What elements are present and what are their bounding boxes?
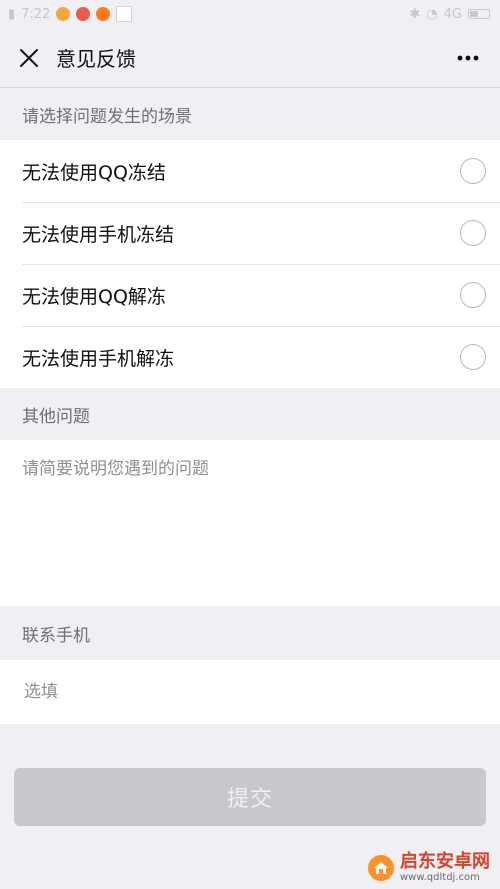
watermark-title: 启东安卓网 [400,851,490,872]
status-right: ✱ ◔ 4G [409,7,490,22]
option-label: 无法使用QQ解冻 [22,285,166,308]
signal-icon: ▮ [8,6,16,22]
status-left: ▮ 7:22 [8,6,133,22]
watermark-logo-icon [368,855,394,881]
watermark: 启东安卓网 www.qdltdj.com [368,853,490,883]
flash-icon [116,6,133,22]
house-icon [374,862,388,874]
radio-button[interactable] [460,158,486,184]
scenario-option-phone-unfreeze[interactable]: 无法使用手机解冻 [0,326,500,388]
scenario-option-list: 无法使用QQ冻结 无法使用手机冻结 无法使用QQ解冻 无法使用手机解冻 [0,140,500,388]
nav-left: 意见反馈 [16,43,136,72]
scenario-option-qq-freeze[interactable]: 无法使用QQ冻结 [0,140,500,202]
problem-description-container [0,440,500,606]
watermark-url: www.qdltdj.com [400,872,480,883]
status-bar: ▮ 7:22 ✱ ◔ 4G [0,0,500,28]
radio-button[interactable] [460,220,486,246]
option-label: 无法使用QQ冻结 [22,161,166,184]
battery-icon [468,9,490,19]
submit-button[interactable]: 提交 [14,768,486,826]
navigation-bar: 意见反馈 [0,28,500,88]
page-title: 意见反馈 [56,47,136,71]
option-label: 无法使用手机冻结 [22,223,175,246]
status-time: 7:22 [21,6,51,22]
app-orange-icon [96,7,111,21]
watermark-text: 启东安卓网 www.qdltdj.com [400,853,490,883]
more-icon [457,55,479,60]
submit-area: 提交 [0,724,500,826]
close-button[interactable] [16,45,42,71]
phone-input[interactable] [22,681,478,703]
bluetooth-icon: ✱ [409,6,421,22]
close-icon [20,48,38,67]
weibo-icon [76,7,91,21]
radio-button[interactable] [460,344,486,370]
wifi-icon: ◔ [426,6,438,22]
scenario-option-qq-unfreeze[interactable]: 无法使用QQ解冻 [0,264,500,326]
contact-phone-label: 联系手机 [0,606,500,660]
option-label: 无法使用手机解冻 [22,347,175,370]
more-button[interactable] [452,44,484,72]
scenario-section-label: 请选择问题发生的场景 [0,88,500,140]
problem-description-field[interactable] [22,454,478,606]
phone-input-container [0,660,500,724]
other-problem-label: 其他问题 [0,388,500,440]
app-icon [56,7,71,21]
radio-button[interactable] [460,282,486,308]
scenario-option-phone-freeze[interactable]: 无法使用手机冻结 [0,202,500,264]
network-label: 4G [443,6,462,22]
